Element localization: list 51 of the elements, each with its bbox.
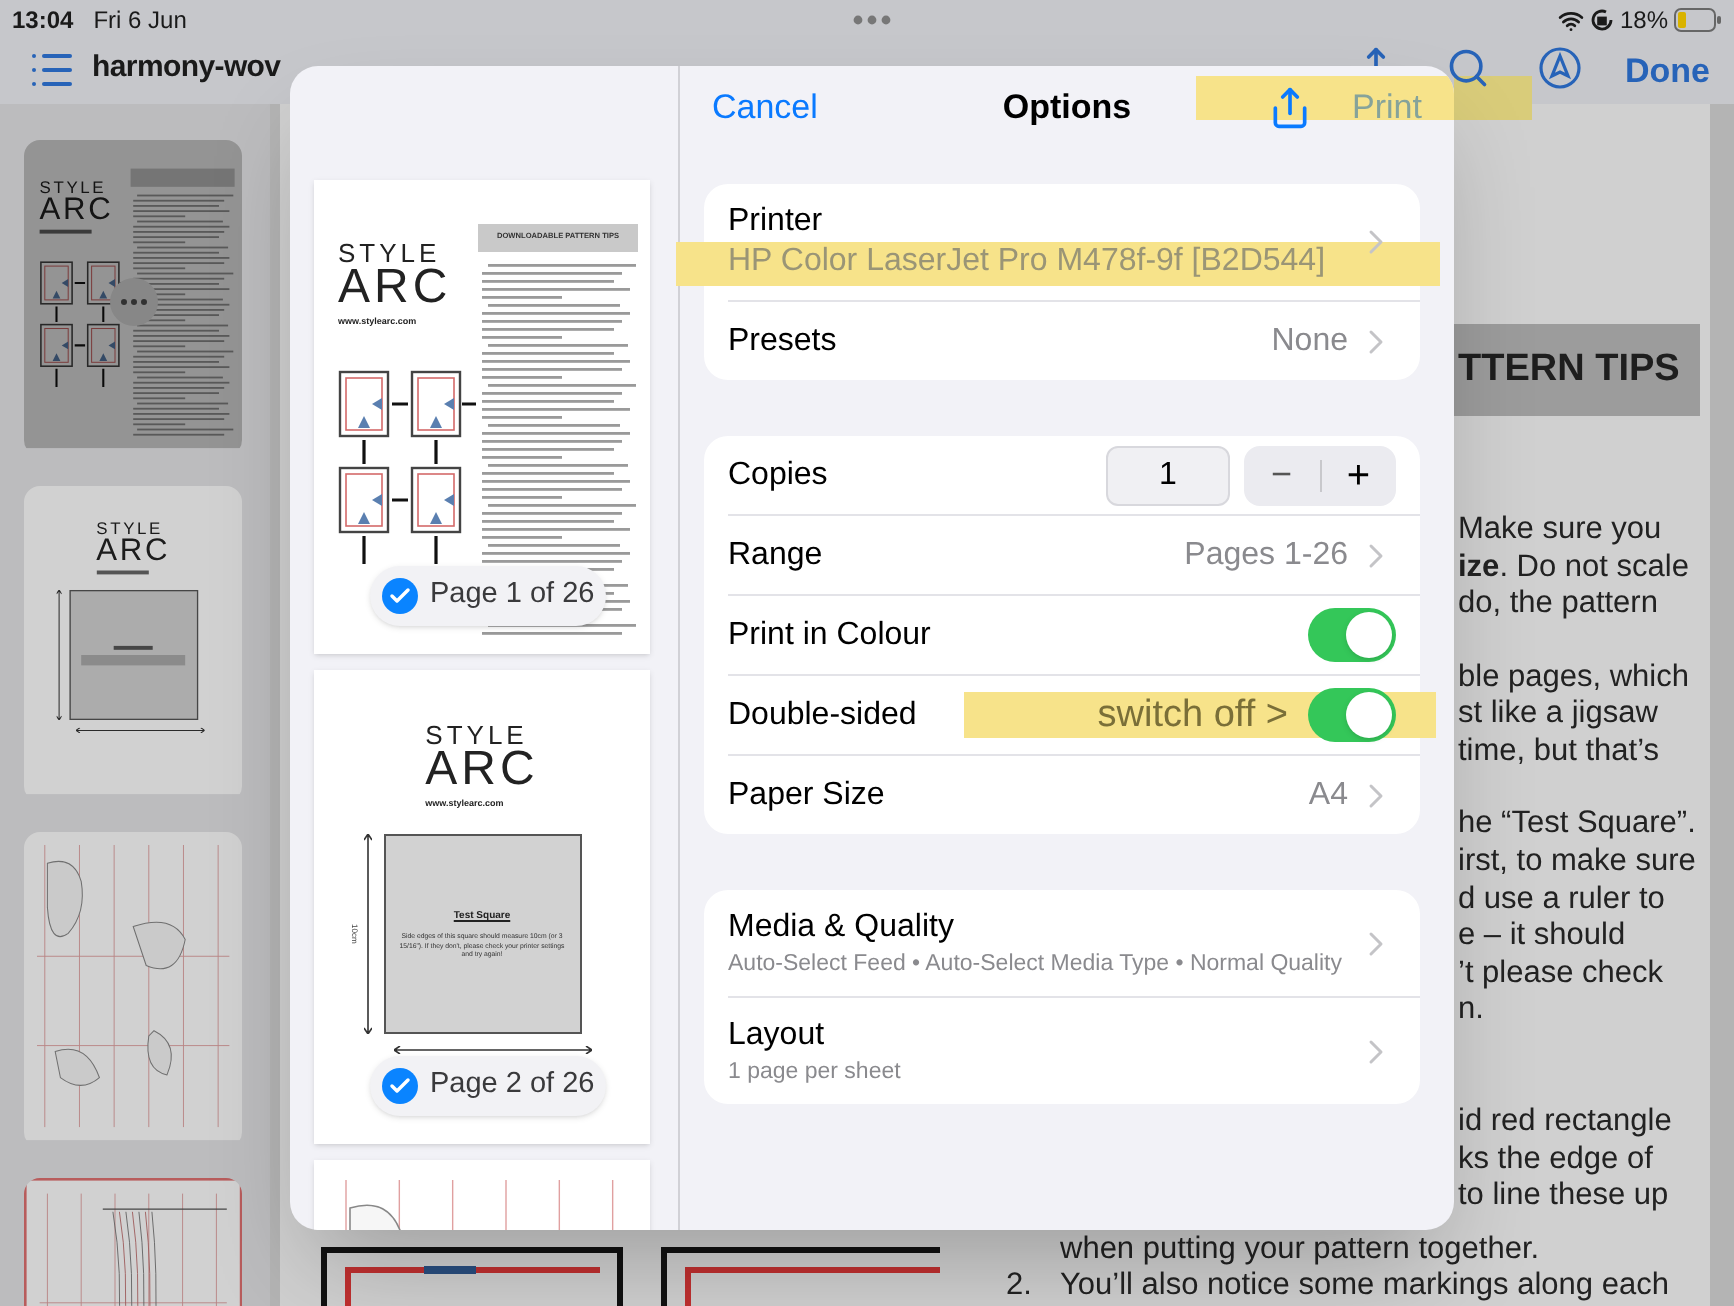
- copies-field[interactable]: 1: [1106, 445, 1230, 505]
- status-time: 13:04: [12, 4, 74, 38]
- list-number: 2.: [1006, 1268, 1034, 1306]
- plus-button[interactable]: +: [1321, 445, 1396, 505]
- status-date: Fri 6 Jun: [93, 4, 187, 38]
- logo-text: ARC: [96, 536, 171, 566]
- section-heading: TTERN TIPS: [1454, 324, 1700, 416]
- logo-text: ARC: [338, 266, 452, 310]
- battery-percent: 18%: [1619, 4, 1668, 38]
- minus-button[interactable]: −: [1244, 445, 1319, 505]
- highlighter-note: switch off >: [1097, 692, 1288, 738]
- option-row[interactable]: Media & Quality Auto-Select Feed • Auto-Select Media Type • Normal Quality: [704, 890, 1420, 996]
- page-pill[interactable]: Page 1 of 26: [370, 566, 607, 626]
- document-text: irst, to make sure: [1458, 844, 1696, 882]
- document-text: do, the pattern: [1458, 586, 1658, 624]
- document-text: to line these up: [1458, 1178, 1669, 1216]
- logo-text: STYLE: [39, 179, 107, 196]
- document-text: time, but that’s: [1458, 733, 1660, 771]
- logo-text: STYLE: [425, 722, 528, 748]
- option-label: Copies: [728, 455, 830, 495]
- option-label: Double-sided: [728, 695, 917, 735]
- document-text: e – it should: [1458, 918, 1626, 956]
- document-text: when putting your pattern together.: [1060, 1231, 1540, 1269]
- option-row[interactable]: Range Pages 1-26: [704, 516, 1420, 594]
- logo-text: ARC: [425, 748, 539, 792]
- option-row[interactable]: Presets None: [704, 302, 1420, 380]
- document-text: id red rectangle: [1458, 1104, 1672, 1142]
- sheet-title: Options: [1002, 86, 1132, 131]
- option-label: Print in Colour: [728, 615, 931, 655]
- printer-row[interactable]: Printer HP Color LaserJet Pro M478f-9f [B2D544]: [704, 184, 1420, 300]
- document-text: ’t please check: [1458, 955, 1664, 993]
- document-text: d use a ruler to: [1458, 881, 1665, 919]
- option-value: Pages 1-26: [1184, 535, 1348, 575]
- option-row[interactable]: Paper Size A4: [704, 756, 1420, 834]
- page-pill[interactable]: Page 2 of 26: [370, 1056, 607, 1116]
- logo-text: STYLE: [338, 240, 441, 266]
- logo-text: ARC: [39, 195, 114, 225]
- option-row[interactable]: Layout 1 page per sheet: [704, 998, 1420, 1104]
- cancel-button[interactable]: Cancel: [712, 82, 818, 134]
- option-value: A4: [1308, 775, 1348, 815]
- option-value: None: [1271, 321, 1348, 361]
- document-text: ble pages, which: [1458, 659, 1689, 697]
- document-text: ks the edge of: [1458, 1141, 1653, 1179]
- document-text: Make sure you: [1458, 511, 1662, 549]
- document-text: ize. Do not scale: [1458, 549, 1689, 587]
- document-title: harmony-wov: [92, 48, 281, 88]
- document-text: st like a jigsaw: [1458, 696, 1658, 734]
- document-text: he “Test Square”.: [1458, 806, 1696, 845]
- logo-text: STYLE: [96, 519, 163, 537]
- document-text: You’ll also notice some markings along each: [1060, 1268, 1669, 1306]
- document-text: n.: [1458, 992, 1484, 1031]
